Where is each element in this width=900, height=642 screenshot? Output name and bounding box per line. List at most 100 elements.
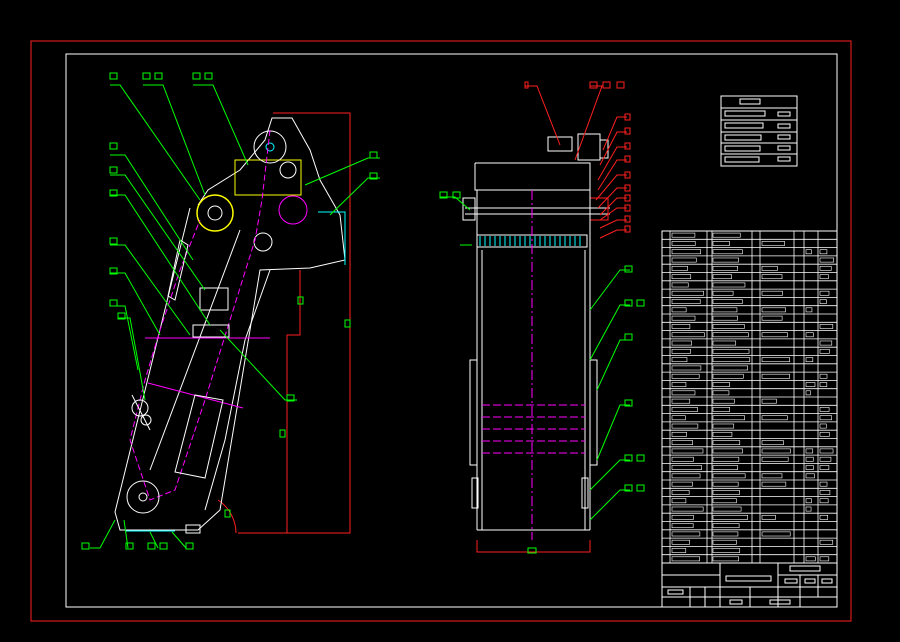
head-pulley-hub [265, 142, 275, 152]
bom-cell-text [712, 274, 732, 280]
bom-cell-text [819, 290, 830, 296]
base-foot [185, 524, 201, 534]
bom-cell-text [671, 431, 687, 437]
bom-cell-text [671, 407, 698, 412]
bom-cell-text [671, 315, 696, 321]
bom-cell-text [712, 448, 743, 454]
bom-cell-text [761, 473, 783, 479]
side-guide-plate [167, 239, 189, 301]
bom-cell-text [671, 373, 700, 379]
bom-cell-text [671, 498, 687, 504]
bom-cell-text [712, 423, 735, 429]
bom-cell-text [819, 257, 835, 263]
bom-cell-text [805, 473, 815, 479]
bom-cell-text [671, 290, 704, 296]
bom-cell-text [671, 282, 689, 288]
front-dim-bottom [476, 540, 591, 553]
bom-cell-text [671, 348, 691, 354]
bom-cell-text [712, 514, 748, 520]
bom-cell-text [819, 373, 828, 379]
bom-cell-text [819, 490, 831, 495]
bom-cell-text [671, 382, 687, 387]
bom-cell-text [805, 382, 816, 387]
bom-cell-text [712, 415, 745, 421]
bom-cell-text [671, 423, 699, 429]
side-chain-path [129, 129, 271, 501]
bom-cell-text [819, 465, 830, 470]
bom-cell-text [671, 232, 696, 238]
bom-cell-text [712, 440, 741, 446]
bom-cell-text [761, 357, 791, 363]
bom-cell-text [671, 357, 688, 363]
bom-cell-text [819, 415, 832, 421]
bom-cell-text [671, 415, 686, 421]
bom-cell-text [805, 506, 812, 512]
bom-cell-text [671, 265, 688, 271]
bom-cell-text [805, 390, 811, 396]
bom-cell-text [671, 274, 692, 280]
bom-cell-text [819, 456, 832, 462]
bom-cell-text [761, 531, 791, 537]
bom-cell-text [671, 398, 691, 404]
side-box-2 [192, 324, 230, 338]
side-callouts [90, 84, 380, 549]
bom-cell-text [819, 299, 827, 304]
rake-teeth [479, 236, 581, 246]
bom-cell-text [712, 431, 733, 437]
bom-cell-text [712, 481, 739, 487]
bom-cell-text [671, 506, 704, 512]
bom-cell-text [712, 523, 740, 529]
roller-right [278, 195, 308, 225]
bom-cell-text [712, 290, 734, 296]
bom-cell-text [712, 299, 743, 304]
bom-cell-text [819, 498, 829, 504]
bom-cell-text [805, 456, 814, 462]
bom-cell-text [805, 307, 813, 313]
bom-cell-text [761, 274, 783, 280]
bom-cell-text [819, 382, 828, 387]
bom-cell-text [712, 490, 740, 495]
bom-cell-text [712, 498, 737, 504]
parts-list-table [661, 230, 838, 564]
take-up-bracket [131, 394, 152, 431]
bom-cell-text [712, 257, 739, 263]
side-view [114, 112, 351, 534]
bom-cell-text [671, 481, 693, 487]
bom-cell-text [671, 465, 702, 470]
bom-cell-text [761, 440, 784, 446]
bom-cell-text [761, 456, 789, 462]
bom-cell-text [671, 514, 694, 520]
bom-cell-text [819, 265, 832, 271]
bom-cell-text [805, 556, 816, 562]
bom-cell-text [671, 249, 701, 255]
bom-cell-text [671, 365, 702, 371]
bom-cell-text [805, 357, 814, 363]
bom-cell-text [819, 274, 829, 280]
bom-cell-text [761, 448, 791, 454]
bom-cell-text [819, 249, 828, 255]
upper-sprocket-hub [207, 205, 223, 221]
bom-cell-text [671, 490, 690, 495]
upper-sprocket [196, 194, 234, 232]
tech-notes-box [720, 95, 798, 167]
bom-cell-text [712, 357, 751, 363]
bom-cell-text [712, 332, 749, 338]
front-callouts [525, 85, 627, 239]
bom-cell-text [712, 556, 740, 562]
bom-cell-text [712, 282, 746, 288]
bom-cell-text [671, 531, 701, 537]
side-frame-left [114, 117, 346, 531]
drive-gear [279, 161, 297, 179]
bom-cell-text [761, 241, 785, 246]
bom-cell-text [671, 539, 690, 545]
bom-cell-text [712, 407, 731, 412]
bom-cell-text [805, 465, 814, 470]
bom-cell-text [712, 232, 741, 238]
bom-cell-text [712, 456, 740, 462]
bom-cell-text [761, 290, 783, 296]
bom-cell-text [761, 332, 788, 338]
bom-cell-text [805, 332, 814, 338]
bom-cell-text [671, 332, 705, 338]
reducer-flange [599, 139, 609, 159]
bom-cell-text [819, 514, 829, 520]
